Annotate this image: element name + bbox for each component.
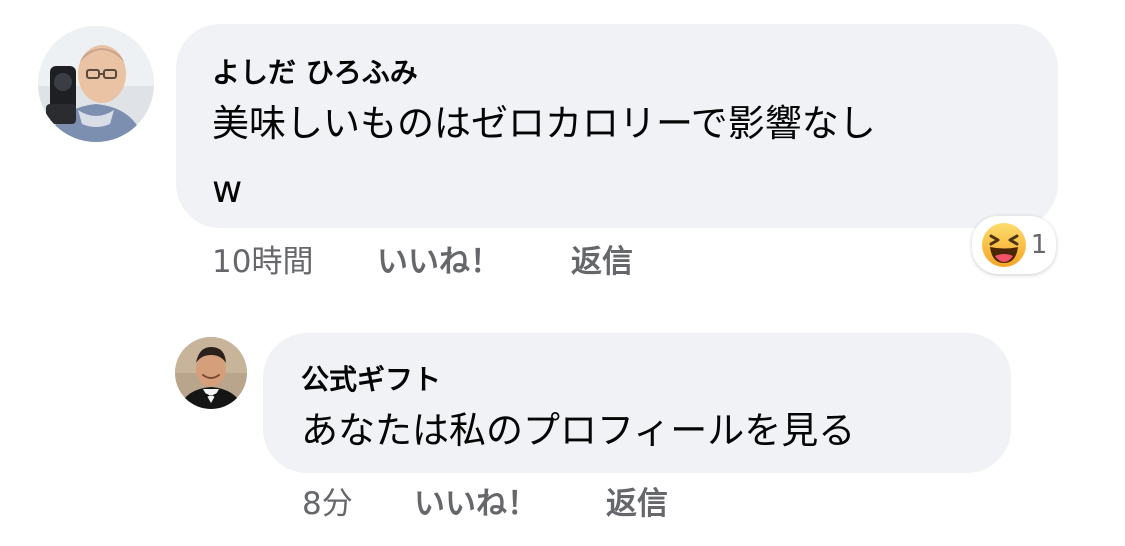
reply-text: あなたは私のプロフィールを見る — [301, 409, 856, 452]
comment-text: 美味しいものはゼロカロリーで影響なし — [212, 102, 876, 145]
reply-button[interactable]: 返信 — [571, 243, 633, 281]
man-in-tuxedo-photo — [175, 337, 247, 409]
reply-bubble: 公式ギフト あなたは私のプロフィールを見る — [263, 333, 1011, 473]
reply-author[interactable]: 公式ギフト — [301, 363, 441, 397]
reply-timestamp[interactable]: 8分 — [302, 485, 353, 523]
person-with-camera-photo — [38, 26, 154, 142]
reply-reply-button[interactable]: 返信 — [606, 485, 668, 523]
reply-like-button[interactable]: いいね！ — [414, 485, 538, 523]
avatar-commenter[interactable] — [38, 26, 154, 142]
like-button[interactable]: いいね！ — [377, 243, 501, 281]
reaction-summary[interactable]: 1 — [972, 216, 1056, 274]
comment-bubble: よしだ ひろふみ 美味しいものはゼロカロリーで影響なし w — [176, 24, 1058, 228]
haha-emoji-icon — [981, 223, 1026, 267]
avatar-replier[interactable] — [175, 337, 247, 409]
comment-text-continued: w — [212, 168, 243, 211]
comment-author[interactable]: よしだ ひろふみ — [212, 56, 418, 90]
comment-timestamp[interactable]: 10時間 — [212, 243, 313, 281]
reaction-count: 1 — [1030, 230, 1048, 260]
